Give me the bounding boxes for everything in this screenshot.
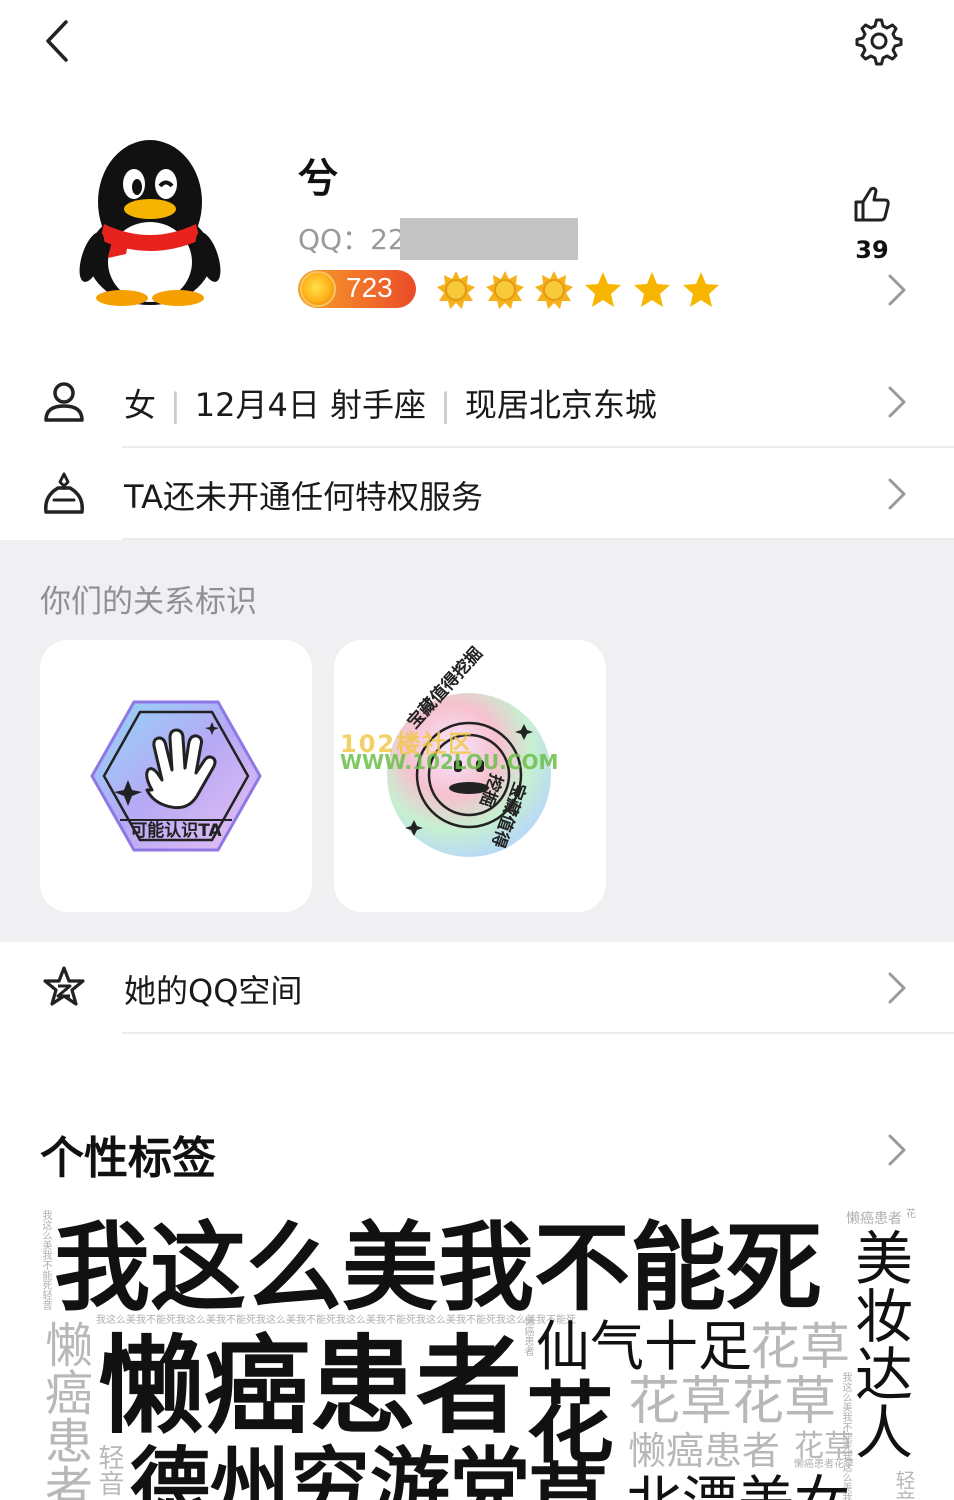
chevron-left-icon: [46, 20, 68, 62]
watermark-url: WWW.102LOU.COM: [340, 750, 559, 774]
thumbs-up-icon: [854, 186, 890, 222]
tag-gray: 花草: [794, 1429, 854, 1464]
level-number: 723: [346, 272, 393, 303]
tag-gray: 懒癌患者: [36, 1320, 92, 1500]
privilege-text: TA还未开通任何特权服务: [124, 478, 483, 516]
like-button[interactable]: 39: [842, 184, 902, 268]
relationship-section: 你们的关系标识 可能认识TA 宝藏值得挖掘 宝藏值得挖掘 102楼社区 WWW.…: [0, 540, 954, 942]
tag-small: 懒癌患者花草: [794, 1459, 854, 1470]
tag-gray: 花草: [750, 1318, 850, 1376]
sun-icon: [437, 271, 475, 309]
relationship-card-know-label: 可能认识TA: [130, 821, 222, 841]
divider: |: [440, 386, 451, 424]
birthday: 12月4日 射手座: [194, 386, 427, 424]
qq-number: QQ：22: [298, 223, 406, 256]
like-count: 39: [855, 236, 889, 264]
nickname: 兮: [298, 156, 338, 202]
top-bar: [0, 0, 954, 90]
qzone-row[interactable]: 她的QQ空间: [0, 942, 954, 1034]
star-icon: [585, 272, 621, 307]
chevron-right-icon[interactable]: [884, 272, 908, 308]
tag-small: 懒癌患者: [846, 1211, 902, 1227]
star-icon: [634, 272, 670, 307]
relationship-card-treasure[interactable]: 宝藏值得挖掘 宝藏值得挖掘: [334, 640, 606, 912]
level-flame-icon: [300, 271, 336, 307]
tag-mid: 美妆达人: [845, 1228, 913, 1460]
tag-gray: 花草花草: [628, 1372, 837, 1432]
vip-crown-icon: [44, 472, 84, 514]
gear-icon: [855, 18, 903, 66]
sun-icon: [535, 271, 573, 309]
tag-big: 草: [528, 1462, 608, 1500]
tags-title: 个性标签: [40, 1133, 216, 1184]
sun-icon: [486, 271, 524, 309]
basic-info-row[interactable]: 女 | 12月4日 射手座 | 现居北京东城: [0, 356, 954, 448]
level-badge[interactable]: 723: [298, 270, 416, 308]
qzone-text: 她的QQ空间: [124, 972, 303, 1010]
chevron-right-icon: [888, 386, 906, 418]
tag-mid: 仙气十足: [536, 1315, 752, 1378]
relationship-title: 你们的关系标识: [40, 584, 257, 620]
settings-button[interactable]: [852, 14, 906, 68]
relationship-card-know[interactable]: 可能认识TA: [40, 640, 312, 912]
tag-small: 我这么美我不能死轻音: [40, 1210, 51, 1310]
chevron-right-icon[interactable]: [884, 1132, 908, 1168]
tag-small: 懒癌患者: [522, 1316, 533, 1356]
qzone-star-icon: [43, 966, 85, 1006]
star-icon: [683, 272, 719, 307]
qq-penguin-avatar-icon: [79, 140, 221, 306]
chevron-right-icon: [888, 478, 906, 510]
tag-small: 花: [906, 1209, 916, 1220]
tag-big: 我这么美我不能死: [54, 1212, 822, 1324]
qq-number-mask: [400, 218, 578, 260]
back-button[interactable]: [36, 14, 80, 68]
gender: 女: [124, 386, 157, 424]
location: 现居北京东城: [464, 386, 657, 424]
avatar[interactable]: [70, 132, 230, 312]
basic-info-text: 女 | 12月4日 射手座 | 现居北京东城: [124, 380, 657, 426]
divider-line: [122, 1032, 954, 1034]
tag-big: 德州穷游党: [130, 1439, 530, 1500]
chevron-right-icon: [888, 972, 906, 1004]
tag-cloud[interactable]: 我这么美我不能死轻音 我这么美我不能死 美妆达人 懒癌患者 花 我这么美我不能死…: [0, 1200, 954, 1500]
person-icon: [44, 382, 84, 422]
privilege-row[interactable]: TA还未开通任何特权服务: [0, 448, 954, 540]
tag-big: 懒癌患者: [98, 1325, 522, 1448]
tag-mid: 北漂美女: [626, 1476, 850, 1500]
tag-gray: 轻音: [94, 1444, 124, 1496]
divider: |: [170, 386, 181, 424]
tag-gray: 懒癌患者: [628, 1429, 781, 1473]
tag-gray: 轻音: [892, 1470, 916, 1500]
